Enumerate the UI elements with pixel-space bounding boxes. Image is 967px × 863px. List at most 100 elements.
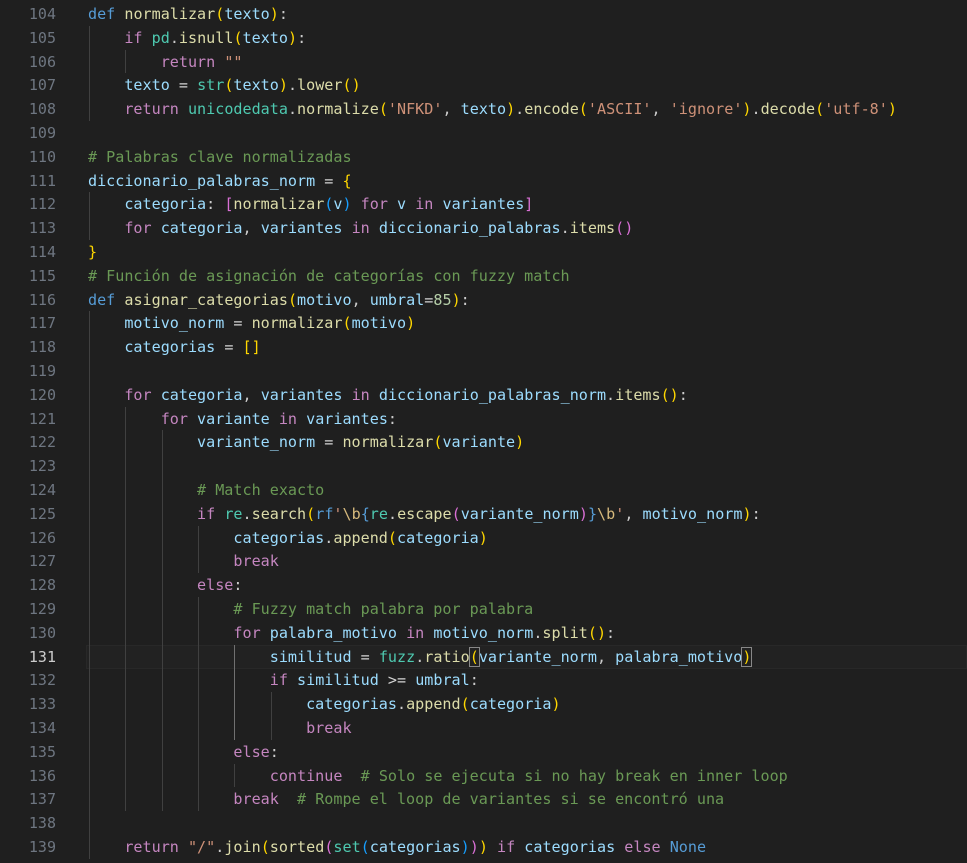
code-line[interactable]: 138 — [0, 811, 967, 835]
code-text[interactable]: break — [233, 549, 278, 573]
code-token: . — [751, 100, 761, 119]
code-line[interactable]: 132 if similitud >= umbral: — [0, 668, 967, 692]
code-line[interactable]: 124 # Match exacto — [0, 478, 967, 502]
code-token: ( — [378, 100, 388, 119]
code-line[interactable]: 136 continue # Solo se ejecuta si no hay … — [0, 764, 967, 788]
code-token: None — [669, 838, 707, 856]
code-text[interactable]: # Match exacto — [197, 478, 324, 502]
code-token: texto — [224, 5, 270, 23]
code-line[interactable]: 115 # Función de asignación de categorías… — [0, 264, 967, 288]
code-token: = — [178, 76, 188, 95]
code-line[interactable]: 128 else: — [0, 573, 967, 597]
code-line[interactable]: 133 categorias.append(categoria) — [0, 692, 967, 716]
code-text[interactable]: categorias.append(categoria) — [306, 692, 560, 716]
code-text[interactable]: for variante in variantes: — [161, 407, 397, 431]
code-text[interactable]: if pd.isnull(texto): — [124, 26, 306, 50]
code-text[interactable]: for categoria, variantes in diccionario_… — [124, 216, 633, 240]
code-line[interactable]: 107 texto = str(texto).lower() — [0, 73, 967, 97]
code-text[interactable]: # Palabras clave normalizadas — [88, 145, 352, 169]
code-line[interactable]: 126 categorias.append(categoria) — [0, 526, 967, 550]
code-line[interactable]: 119 — [0, 359, 967, 383]
code-line[interactable]: 114} — [0, 240, 967, 264]
code-token: >= — [387, 671, 407, 690]
code-text[interactable]: else: — [197, 573, 242, 597]
indent-guide — [125, 406, 127, 812]
code-text[interactable]: for palabra_motivo in motivo_norm.split(… — [233, 621, 615, 645]
code-line[interactable]: 110 # Palabras clave normalizadas — [0, 145, 967, 169]
code-token: ' — [333, 504, 343, 523]
code-line[interactable]: 134 break — [0, 716, 967, 740]
code-token: if — [269, 671, 288, 690]
code-token: unicodedata — [187, 100, 288, 119]
code-text[interactable]: return "/".join(sorted(set(categorias)))… — [124, 835, 706, 859]
code-text[interactable]: texto = str(texto).lower() — [124, 73, 360, 97]
code-line[interactable]: 130 for palabra_motivo in motivo_norm.spl… — [0, 621, 967, 645]
code-text[interactable]: else: — [233, 740, 278, 764]
code-line[interactable]: 118 categorias = [] — [0, 335, 967, 359]
code-line[interactable]: 139 return "/".join(sorted(set(categorias… — [0, 835, 967, 859]
code-text[interactable]: break — [306, 716, 351, 740]
code-text[interactable]: continue # Solo se ejecuta si no hay bre… — [270, 764, 788, 788]
code-text[interactable]: categorias.append(categoria) — [233, 526, 487, 550]
code-line[interactable]: 135 else: — [0, 740, 967, 764]
code-line[interactable]: 131 similitud = fuzz.ratio(variante_norm,… — [0, 644, 967, 669]
code-text[interactable]: diccionario_palabras_norm = { — [88, 169, 352, 193]
code-token: categorias — [233, 528, 325, 547]
line-number: 128 — [28, 576, 56, 595]
code-line[interactable]: 120 for categoria, variantes in diccionar… — [0, 383, 967, 407]
code-line[interactable]: 123 — [0, 454, 967, 478]
indent-guide — [198, 525, 200, 574]
code-token: 'NFKD' — [387, 100, 443, 119]
code-text[interactable]: if similitud >= umbral: — [270, 668, 479, 692]
code-line[interactable]: 104 def normalizar(texto): — [0, 2, 967, 26]
code-text[interactable]: # Función de asignación de categorías co… — [88, 264, 570, 288]
code-line[interactable]: 111 diccionario_palabras_norm = { — [0, 169, 967, 193]
code-line[interactable]: 122 variante_norm = normalizar(variante) — [0, 430, 967, 454]
line-number: 124 — [28, 481, 56, 499]
code-text[interactable]: def normalizar(texto): — [88, 2, 288, 26]
line-number: 129 — [28, 600, 56, 618]
code-line[interactable]: 109 — [0, 121, 967, 145]
line-number: 121 — [28, 409, 56, 428]
code-line[interactable]: 125 if re.search(rf'\b{re.escape(variante… — [0, 502, 967, 526]
code-line[interactable]: 112 categoria: [normalizar(v) for v in va… — [0, 192, 967, 216]
code-line[interactable]: 105 if pd.isnull(texto): — [0, 26, 967, 50]
code-line[interactable]: 137 break # Rompe el loop de variantes si… — [0, 787, 967, 811]
code-text[interactable]: break # Rompe el loop de variantes si se… — [233, 787, 724, 811]
code-token: normalizar — [124, 5, 216, 23]
code-text[interactable]: return unicodedata.normalize('NFKD', tex… — [124, 97, 897, 121]
code-token: else — [624, 838, 661, 856]
code-line[interactable]: 106 return "" — [0, 50, 967, 74]
code-token: in — [406, 623, 425, 642]
code-text[interactable]: for categoria, variantes in diccionario_… — [124, 383, 688, 407]
code-text[interactable]: categoria: [normalizar(v) for v in varia… — [124, 192, 533, 216]
code-text[interactable]: def asignar_categorias(motivo, umbral=85… — [88, 288, 470, 312]
code-token: ) — [741, 646, 753, 667]
code-text[interactable]: if re.search(rf'\b{re.escape(variante_no… — [197, 502, 761, 526]
code-line[interactable]: 121 for variante in variantes: — [0, 407, 967, 431]
code-token: motivo — [351, 314, 407, 333]
code-line[interactable]: 129 # Fuzzy match palabra por palabra — [0, 597, 967, 621]
code-line[interactable]: 127 break — [0, 549, 967, 573]
code-text[interactable]: motivo_norm = normalizar(motivo) — [124, 311, 415, 335]
code-text[interactable]: # Fuzzy match palabra por palabra — [233, 597, 533, 621]
code-editor[interactable]: 104 def normalizar(texto): 105 if pd.isnull… — [0, 0, 967, 863]
code-text[interactable]: similitud = fuzz.ratio(variante_norm, pa… — [270, 645, 753, 669]
code-token: . — [606, 385, 616, 404]
code-token: motivo_norm — [124, 314, 225, 333]
code-token: def — [88, 290, 116, 309]
code-line[interactable]: 116 def asignar_categorias(motivo, umbral… — [0, 288, 967, 312]
code-line[interactable]: 108 return unicodedata.normalize('NFKD', … — [0, 97, 967, 121]
code-text[interactable]: categorias = [] — [124, 335, 260, 359]
code-line[interactable]: 117 motivo_norm = normalizar(motivo) — [0, 311, 967, 335]
code-text[interactable]: return "" — [161, 50, 243, 74]
code-token: ( — [360, 838, 370, 856]
code-text[interactable]: variante_norm = normalizar(variante) — [197, 430, 524, 454]
code-line[interactable]: 113 for categoria, variantes in diccionar… — [0, 216, 967, 240]
code-text[interactable]: } — [88, 240, 97, 264]
